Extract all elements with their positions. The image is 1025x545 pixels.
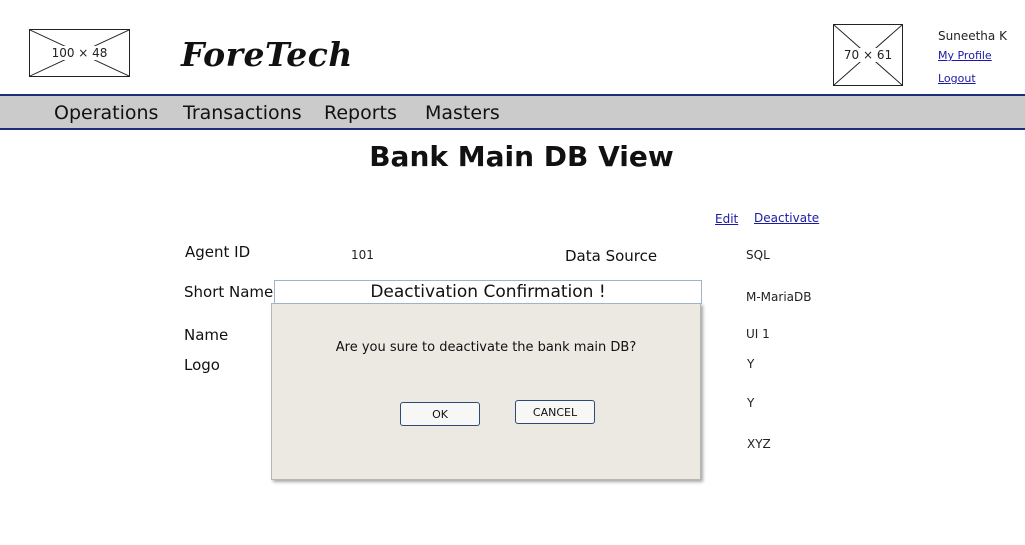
field-value: Y	[747, 357, 755, 371]
deactivate-link[interactable]: Deactivate	[754, 211, 819, 225]
name-label: Name	[184, 326, 229, 344]
agent-id-value: 101	[351, 248, 374, 262]
nav-item-masters[interactable]: Masters	[425, 102, 500, 124]
avatar-placeholder-image: 70 × 61	[833, 24, 903, 86]
nav-item-operations[interactable]: Operations	[54, 102, 158, 124]
data-source-label: Data Source	[565, 247, 658, 265]
brand-name: ForeTech	[181, 35, 353, 74]
dialog-title: Deactivation Confirmation !	[274, 280, 702, 304]
field-value: M-MariaDB	[746, 290, 812, 304]
agent-id-label: Agent ID	[185, 243, 251, 261]
logo-label: Logo	[184, 356, 220, 374]
field-value: XYZ	[747, 437, 771, 451]
field-value: UI 1	[746, 327, 770, 341]
field-value: Y	[747, 396, 755, 410]
avatar-placeholder-label: 70 × 61	[842, 48, 894, 62]
data-source-value: SQL	[746, 248, 770, 262]
user-name: Suneetha K	[938, 29, 1007, 43]
logout-link[interactable]: Logout	[938, 72, 976, 85]
nav-item-reports[interactable]: Reports	[324, 102, 397, 124]
logo-placeholder-image: 100 × 48	[29, 29, 130, 77]
logo-placeholder-label: 100 × 48	[50, 46, 109, 60]
edit-link[interactable]: Edit	[715, 212, 738, 226]
dialog-message: Are you sure to deactivate the bank main…	[335, 340, 637, 355]
short-name-label: Short Name	[184, 283, 274, 301]
nav-item-transactions[interactable]: Transactions	[183, 102, 302, 124]
deactivation-dialog: Are you sure to deactivate the bank main…	[271, 303, 701, 480]
ok-button[interactable]: OK	[400, 402, 480, 426]
main-nav-bar: Operations Transactions Reports Masters	[0, 94, 1025, 130]
my-profile-link[interactable]: My Profile	[938, 49, 992, 62]
page-title: Bank Main DB View	[369, 140, 674, 173]
cancel-button[interactable]: CANCEL	[515, 400, 595, 424]
